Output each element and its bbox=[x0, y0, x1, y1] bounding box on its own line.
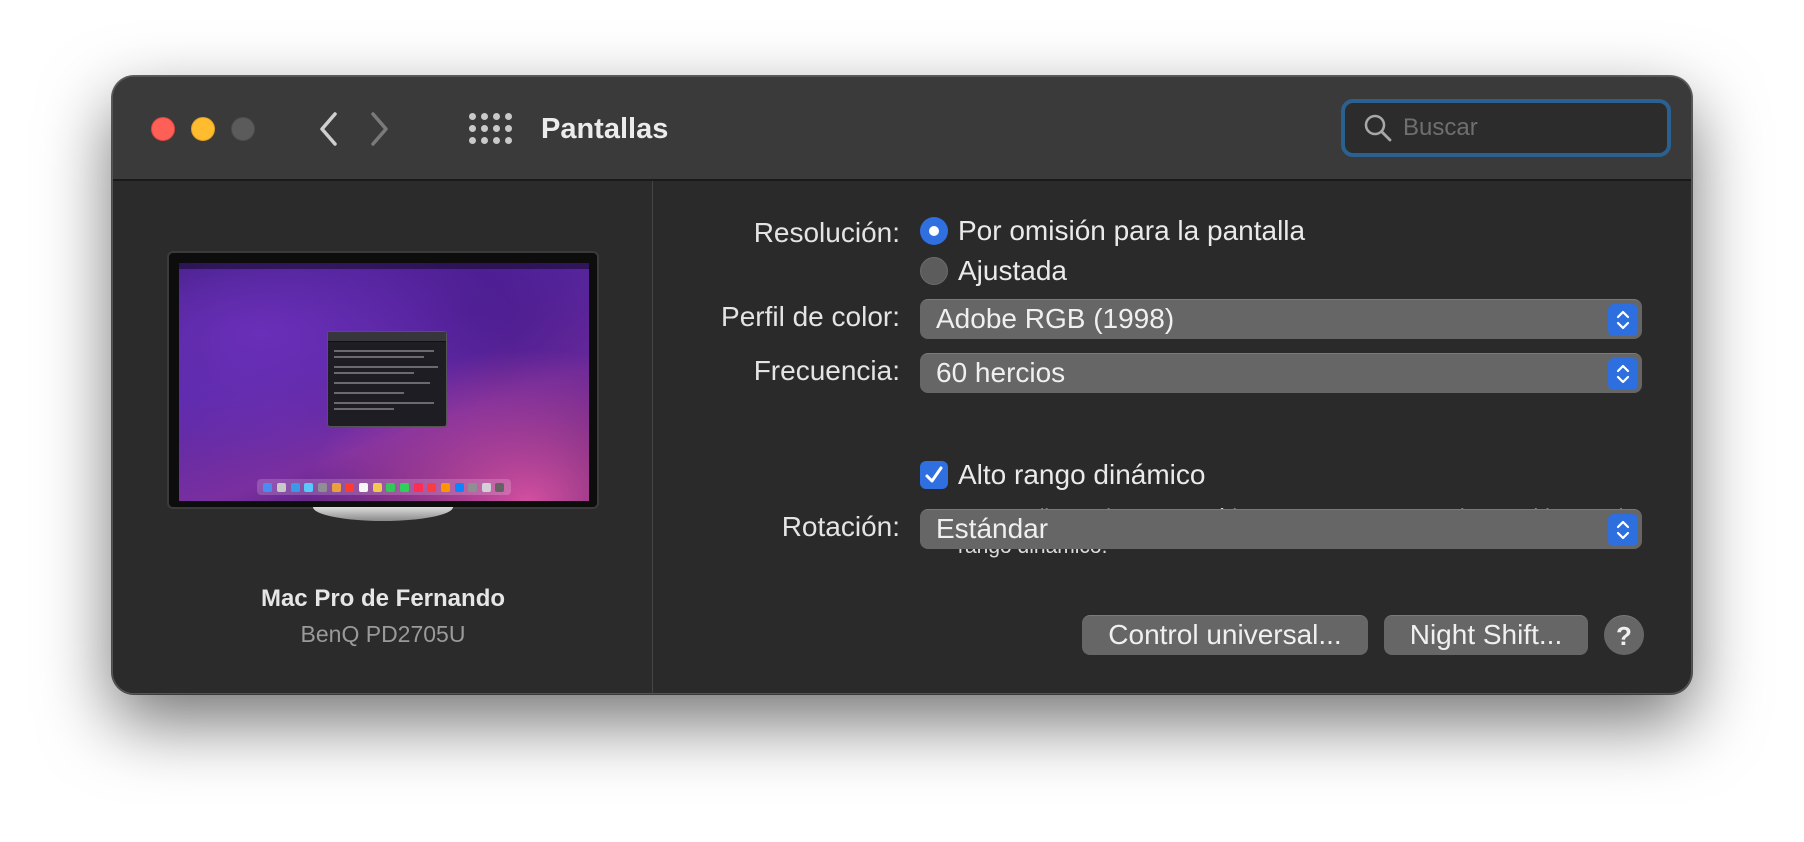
window-title: Pantallas bbox=[541, 113, 669, 145]
frequency-popup[interactable]: 60 hercios bbox=[920, 353, 1642, 393]
resolution-default-radio[interactable]: Por omisión para la pantalla bbox=[920, 215, 1305, 247]
frequency-label: Frecuencia: bbox=[753, 355, 900, 386]
help-button[interactable]: ? bbox=[1604, 615, 1644, 655]
checkmark-icon bbox=[925, 466, 943, 483]
universal-control-button[interactable]: Control universal... bbox=[1082, 615, 1368, 655]
resolution-label: Resolución: bbox=[753, 217, 900, 248]
display-settings-pane: Resolución: Perfil de color: Frecuencia:… bbox=[654, 181, 1691, 693]
resolution-scaled-radio[interactable]: Ajustada bbox=[920, 255, 1067, 287]
dock bbox=[257, 479, 511, 495]
search-field[interactable] bbox=[1341, 99, 1671, 157]
close-button[interactable] bbox=[151, 117, 175, 141]
popup-arrows-icon bbox=[1608, 358, 1638, 390]
color-profile-value: Adobe RGB (1998) bbox=[936, 303, 1175, 334]
hdr-label: Alto rango dinámico bbox=[958, 459, 1206, 490]
radio-selected[interactable] bbox=[920, 217, 948, 245]
forward-button[interactable] bbox=[357, 107, 401, 151]
desktop-wallpaper bbox=[179, 263, 589, 501]
frequency-value: 60 hercios bbox=[936, 357, 1066, 388]
zoom-button[interactable] bbox=[231, 117, 255, 141]
back-arrow-icon bbox=[320, 112, 337, 146]
hdr-checkbox-row[interactable]: Alto rango dinámico bbox=[920, 459, 1205, 491]
preferences-window: Pantallas Buscar Mac Pro de Fernando Ben… bbox=[112, 76, 1692, 694]
rotation-value: Estándar bbox=[936, 513, 1049, 544]
popup-arrows-icon bbox=[1608, 304, 1638, 336]
display-preview-pane: Mac Pro de Fernando BenQ PD2705U bbox=[113, 181, 653, 693]
show-all-button[interactable] bbox=[465, 109, 513, 149]
search-input[interactable] bbox=[1403, 114, 1643, 142]
color-profile-label: Perfil de color: bbox=[721, 301, 900, 332]
device-model: BenQ PD2705U bbox=[300, 621, 466, 647]
hdr-checkbox[interactable] bbox=[920, 461, 948, 489]
resolution-scaled-label: Ajustada bbox=[958, 255, 1067, 286]
rotation-popup[interactable]: Estándar bbox=[920, 509, 1642, 549]
radio-unselected[interactable] bbox=[920, 257, 948, 285]
night-shift-button[interactable]: Night Shift... bbox=[1384, 615, 1588, 655]
monitor-stand bbox=[313, 507, 453, 521]
monitor-image bbox=[167, 251, 599, 521]
resolution-default-label: Por omisión para la pantalla bbox=[958, 215, 1306, 246]
color-profile-popup[interactable]: Adobe RGB (1998) bbox=[920, 299, 1642, 339]
device-name: Mac Pro de Fernando bbox=[260, 585, 506, 612]
search-icon bbox=[1364, 114, 1392, 142]
forward-arrow-icon bbox=[371, 112, 388, 146]
toolbar: Pantallas bbox=[113, 77, 1691, 181]
minimize-button[interactable] bbox=[191, 117, 215, 141]
popup-arrows-icon bbox=[1608, 514, 1638, 546]
back-button[interactable] bbox=[307, 107, 351, 151]
rotation-label: Rotación: bbox=[781, 511, 900, 542]
